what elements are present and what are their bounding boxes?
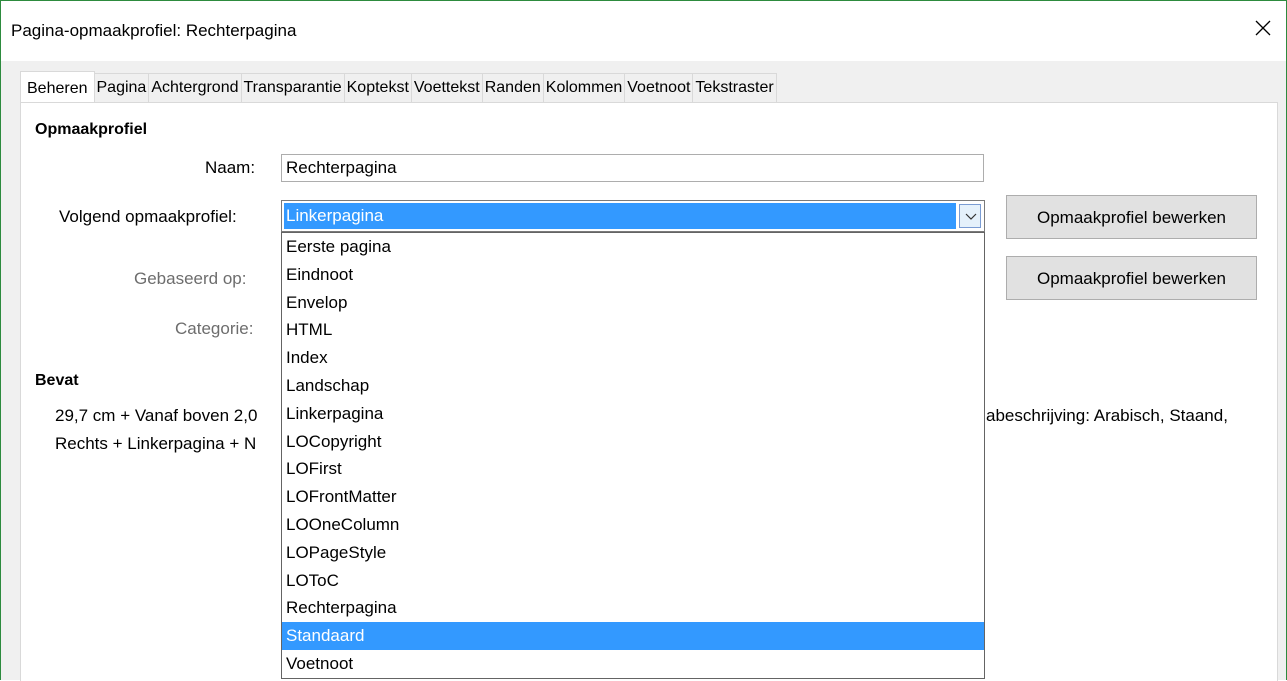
name-field[interactable]: Rechterpagina — [281, 154, 984, 182]
dropdown-option[interactable]: LOPageStyle — [282, 539, 984, 567]
dropdown-option[interactable]: Rechterpagina — [282, 594, 984, 622]
dropdown-option[interactable]: Eerste pagina — [282, 233, 984, 261]
tab-randen[interactable]: Randen — [482, 73, 544, 104]
tab-voettekst[interactable]: Voettekst — [411, 73, 483, 104]
contains-text-line2-left: Rechts + Linkerpagina + N — [55, 434, 257, 453]
dialog-window: Pagina-opmaakprofiel: Rechterpagina Behe… — [0, 0, 1287, 681]
next-style-dropdown-list[interactable]: Eerste pagina Eindnoot Envelop HTML Inde… — [281, 232, 985, 679]
dropdown-option[interactable]: Eindnoot — [282, 261, 984, 289]
window-title: Pagina-opmaakprofiel: Rechterpagina — [11, 21, 297, 40]
contains-heading: Bevat — [35, 372, 79, 389]
dropdown-option[interactable]: LOFrontMatter — [282, 483, 984, 511]
chevron-down-icon — [965, 213, 977, 220]
close-button[interactable] — [1248, 13, 1278, 43]
dropdown-option[interactable]: Voetnoot — [282, 650, 984, 678]
tab-transparantie[interactable]: Transparantie — [241, 73, 345, 104]
tab-strip: Beheren Pagina Achtergrond Transparantie… — [20, 71, 777, 104]
style-section-heading: Opmaakprofiel — [35, 121, 148, 138]
tab-koptekst[interactable]: Koptekst — [344, 73, 412, 104]
dropdown-option[interactable]: LOFirst — [282, 455, 984, 483]
dropdown-option[interactable]: Landschap — [282, 372, 984, 400]
dropdown-option-highlighted[interactable]: Standaard — [282, 622, 984, 650]
contains-text-line1-right: abeschrijving: Arabisch, Staand, — [986, 406, 1228, 425]
tab-kolommen[interactable]: Kolommen — [543, 73, 626, 104]
tab-achtergrond[interactable]: Achtergrond — [149, 73, 242, 104]
next-style-combobox[interactable]: Linkerpagina — [281, 200, 985, 232]
name-label: Naam: — [205, 158, 256, 177]
dropdown-option[interactable]: Index — [282, 344, 984, 372]
dropdown-option[interactable]: LOCopyright — [282, 428, 984, 456]
dropdown-button[interactable] — [959, 204, 981, 228]
next-style-value: Linkerpagina — [284, 203, 956, 229]
tab-beheren[interactable]: Beheren — [20, 71, 95, 104]
close-icon — [1255, 20, 1271, 36]
contains-text-line1-left: 29,7 cm + Vanaf boven 2,0 — [55, 406, 258, 425]
dropdown-option[interactable]: Linkerpagina — [282, 400, 984, 428]
edit-style-button-1[interactable]: Opmaakprofiel bewerken — [1006, 195, 1257, 239]
based-on-label: Gebaseerd op: — [134, 269, 247, 288]
dropdown-option[interactable]: HTML — [282, 316, 984, 344]
dropdown-option[interactable]: LOOneColumn — [282, 511, 984, 539]
category-label: Categorie: — [175, 319, 254, 338]
edit-style-button-2[interactable]: Opmaakprofiel bewerken — [1006, 256, 1257, 300]
dropdown-option[interactable]: LOToC — [282, 567, 984, 595]
title-bar: Pagina-opmaakprofiel: Rechterpagina — [1, 1, 1286, 61]
tab-voetnoot[interactable]: Voetnoot — [625, 73, 694, 104]
next-style-label: Volgend opmaakprofiel: — [59, 207, 237, 226]
dropdown-option[interactable]: Envelop — [282, 289, 984, 317]
tab-pagina[interactable]: Pagina — [94, 73, 150, 104]
tab-tekstraster[interactable]: Tekstraster — [693, 73, 777, 104]
